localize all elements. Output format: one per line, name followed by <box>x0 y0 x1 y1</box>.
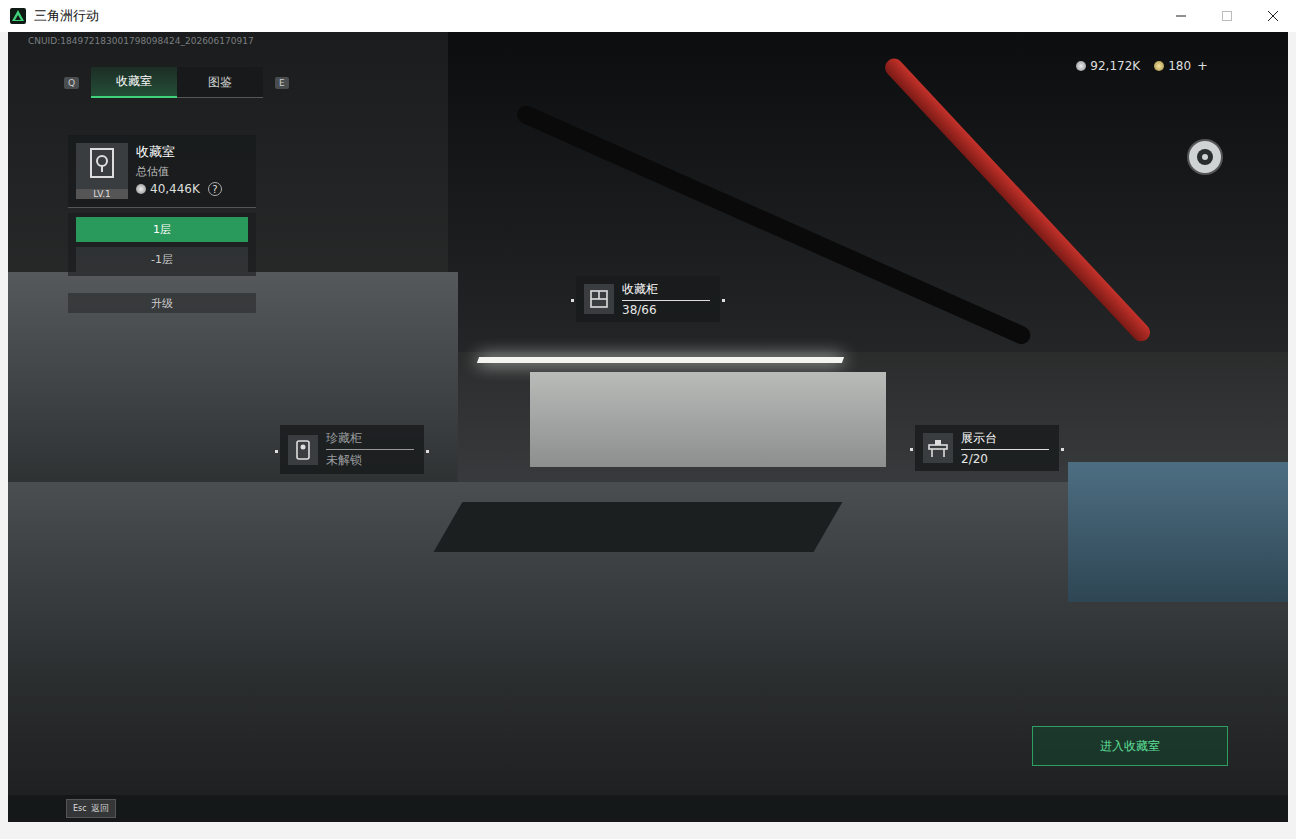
prev-tab-key[interactable]: Q <box>64 77 79 89</box>
music-disc-button[interactable] <box>1186 138 1224 180</box>
hotspot-name: 收藏柜 <box>622 281 710 301</box>
next-tab-key[interactable]: E <box>275 77 289 89</box>
coin-icon <box>136 184 146 194</box>
hotspot-label[interactable]: 展示台 2/20 <box>915 425 1059 471</box>
edge-dot <box>426 450 429 453</box>
edge-dot <box>275 450 278 453</box>
edge-dot <box>910 448 913 451</box>
ceiling <box>448 32 1288 352</box>
hotspot-badge <box>923 433 953 463</box>
edge-dot <box>1061 448 1064 451</box>
hotspot-badge <box>288 435 318 465</box>
currency-item: 92,172K <box>1076 59 1140 73</box>
app-window: 三角洲行动 CNUID:184972183001798098424_202606… <box>0 0 1296 839</box>
uid-label: CNUID:184972183001798098424_202606170917 <box>28 36 254 46</box>
tab[interactable]: 图鉴 <box>177 67 263 98</box>
floor-pit <box>434 502 843 552</box>
trophy-case-icon <box>87 147 117 181</box>
hotspot-label[interactable]: 收藏柜 38/66 <box>576 276 720 322</box>
edge-dot <box>722 299 725 302</box>
currency-bar: 92,172K 180 + <box>1076 58 1208 73</box>
hotspot-status: 38/66 <box>622 301 710 317</box>
tab-bar: Q 收藏室图鉴 E <box>64 67 289 98</box>
total-value: 40,446K <box>150 182 200 196</box>
maximize-button[interactable] <box>1204 0 1250 32</box>
upgrade-button[interactable]: 升级 <box>68 293 256 313</box>
currency-amount: 180 <box>1168 59 1191 73</box>
close-icon <box>1267 10 1279 22</box>
currency-amount: 92,172K <box>1090 59 1140 73</box>
currency-item: 180 <box>1154 59 1191 73</box>
back-button[interactable]: Esc 返回 <box>66 799 116 818</box>
minimize-icon <box>1175 10 1187 22</box>
bottom-bar: Esc 返回 <box>8 795 1288 822</box>
hotspot-name: 珍藏柜 <box>326 430 414 450</box>
room-title: 收藏室 <box>136 143 222 161</box>
game-view: CNUID:184972183001798098424_202606170917… <box>8 32 1288 822</box>
back-label: 返回 <box>91 802 109 815</box>
tab[interactable]: 收藏室 <box>91 67 177 98</box>
hotspot-status: 未解锁 <box>326 450 414 469</box>
add-currency-button[interactable]: + <box>1197 58 1208 73</box>
close-button[interactable] <box>1250 0 1296 32</box>
help-button[interactable]: ? <box>208 182 222 196</box>
light-strip <box>477 357 844 363</box>
game-logo-icon <box>10 8 26 24</box>
floor-button[interactable]: 1层 <box>76 217 248 242</box>
hotspot-badge <box>584 284 614 314</box>
vault-icon <box>292 439 314 461</box>
hotspot-status: 2/20 <box>961 450 1049 466</box>
room-badge: LV.1 <box>76 143 128 199</box>
minimize-button[interactable] <box>1158 0 1204 32</box>
maximize-icon <box>1221 10 1233 22</box>
crates <box>1068 462 1288 602</box>
coin-icon <box>1076 61 1086 71</box>
room-level: LV.1 <box>76 189 128 199</box>
hotspot-name: 展示台 <box>961 430 1049 450</box>
coin-icon <box>1154 61 1164 71</box>
disc-icon <box>1186 138 1224 176</box>
display-icon <box>927 437 949 459</box>
value-label: 总估值 <box>136 164 222 179</box>
cabinet-icon <box>588 288 610 310</box>
back-wall <box>530 372 886 467</box>
title-bar: 三角洲行动 <box>0 0 1296 32</box>
window-title: 三角洲行动 <box>34 7 99 25</box>
edge-dot <box>571 299 574 302</box>
floor-button[interactable]: -1层 <box>76 247 248 272</box>
esc-key: Esc <box>73 804 87 813</box>
enter-room-button[interactable]: 进入收藏室 <box>1032 726 1228 766</box>
room-card: LV.1 收藏室 总估值 40,446K ? 1层 -1层 升级 <box>68 135 256 313</box>
hotspot-label[interactable]: 珍藏柜 未解锁 <box>280 425 424 474</box>
